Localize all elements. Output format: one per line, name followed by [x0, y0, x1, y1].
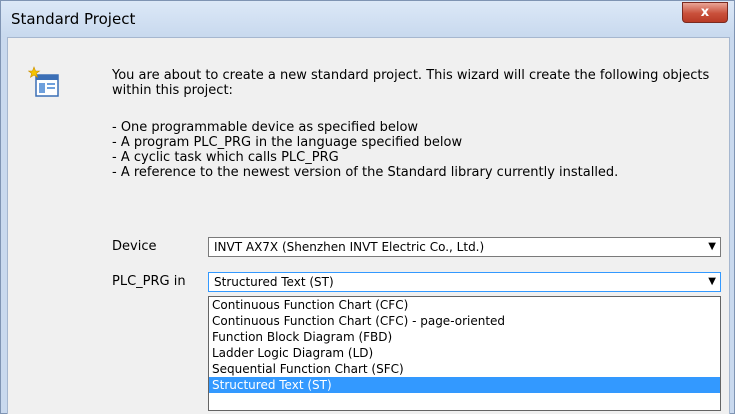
device-select-value: INVT AX7X (Shenzhen INVT Electric Co., L… — [214, 240, 485, 254]
device-select[interactable]: INVT AX7X (Shenzhen INVT Electric Co., L… — [208, 237, 721, 257]
language-option-st[interactable]: Structured Text (ST) — [209, 377, 720, 393]
intro-text: You are about to create a new standard p… — [112, 68, 710, 98]
language-option-sfc[interactable]: Sequential Function Chart (SFC) — [209, 361, 720, 377]
language-option-fbd[interactable]: Function Block Diagram (FBD) — [209, 329, 720, 345]
standard-project-dialog: Standard Project x You are about to crea… — [0, 0, 735, 414]
bullet-list: - One programmable device as specified b… — [112, 120, 618, 180]
bullet-item: - A program PLC_PRG in the language spec… — [112, 135, 463, 150]
language-select-value: Structured Text (ST) — [214, 275, 334, 289]
bullet-item: - A cyclic task which calls PLC_PRG — [112, 150, 339, 165]
language-option-cfc[interactable]: Continuous Function Chart (CFC) — [209, 297, 720, 313]
title-bar: Standard Project x — [1, 1, 734, 37]
chevron-down-icon[interactable]: ▼ — [708, 273, 716, 291]
bullet-item: - One programmable device as specified b… — [112, 120, 419, 135]
close-button[interactable]: x — [682, 2, 728, 23]
bullet-item: - A reference to the newest version of t… — [112, 165, 619, 180]
language-label: PLC_PRG in — [112, 274, 186, 289]
dialog-content: You are about to create a new standard p… — [7, 37, 730, 414]
close-icon: x — [700, 5, 710, 20]
device-label: Device — [112, 239, 157, 254]
language-dropdown-list: Continuous Function Chart (CFC) Continuo… — [208, 296, 721, 411]
chevron-down-icon[interactable]: ▼ — [708, 238, 716, 256]
language-option-cfc-page[interactable]: Continuous Function Chart (CFC) - page-o… — [209, 313, 720, 329]
language-select[interactable]: Structured Text (ST) ▼ — [208, 272, 721, 292]
language-option-ld[interactable]: Ladder Logic Diagram (LD) — [209, 345, 720, 361]
window-title: Standard Project — [11, 10, 136, 28]
wizard-icon — [28, 66, 59, 97]
